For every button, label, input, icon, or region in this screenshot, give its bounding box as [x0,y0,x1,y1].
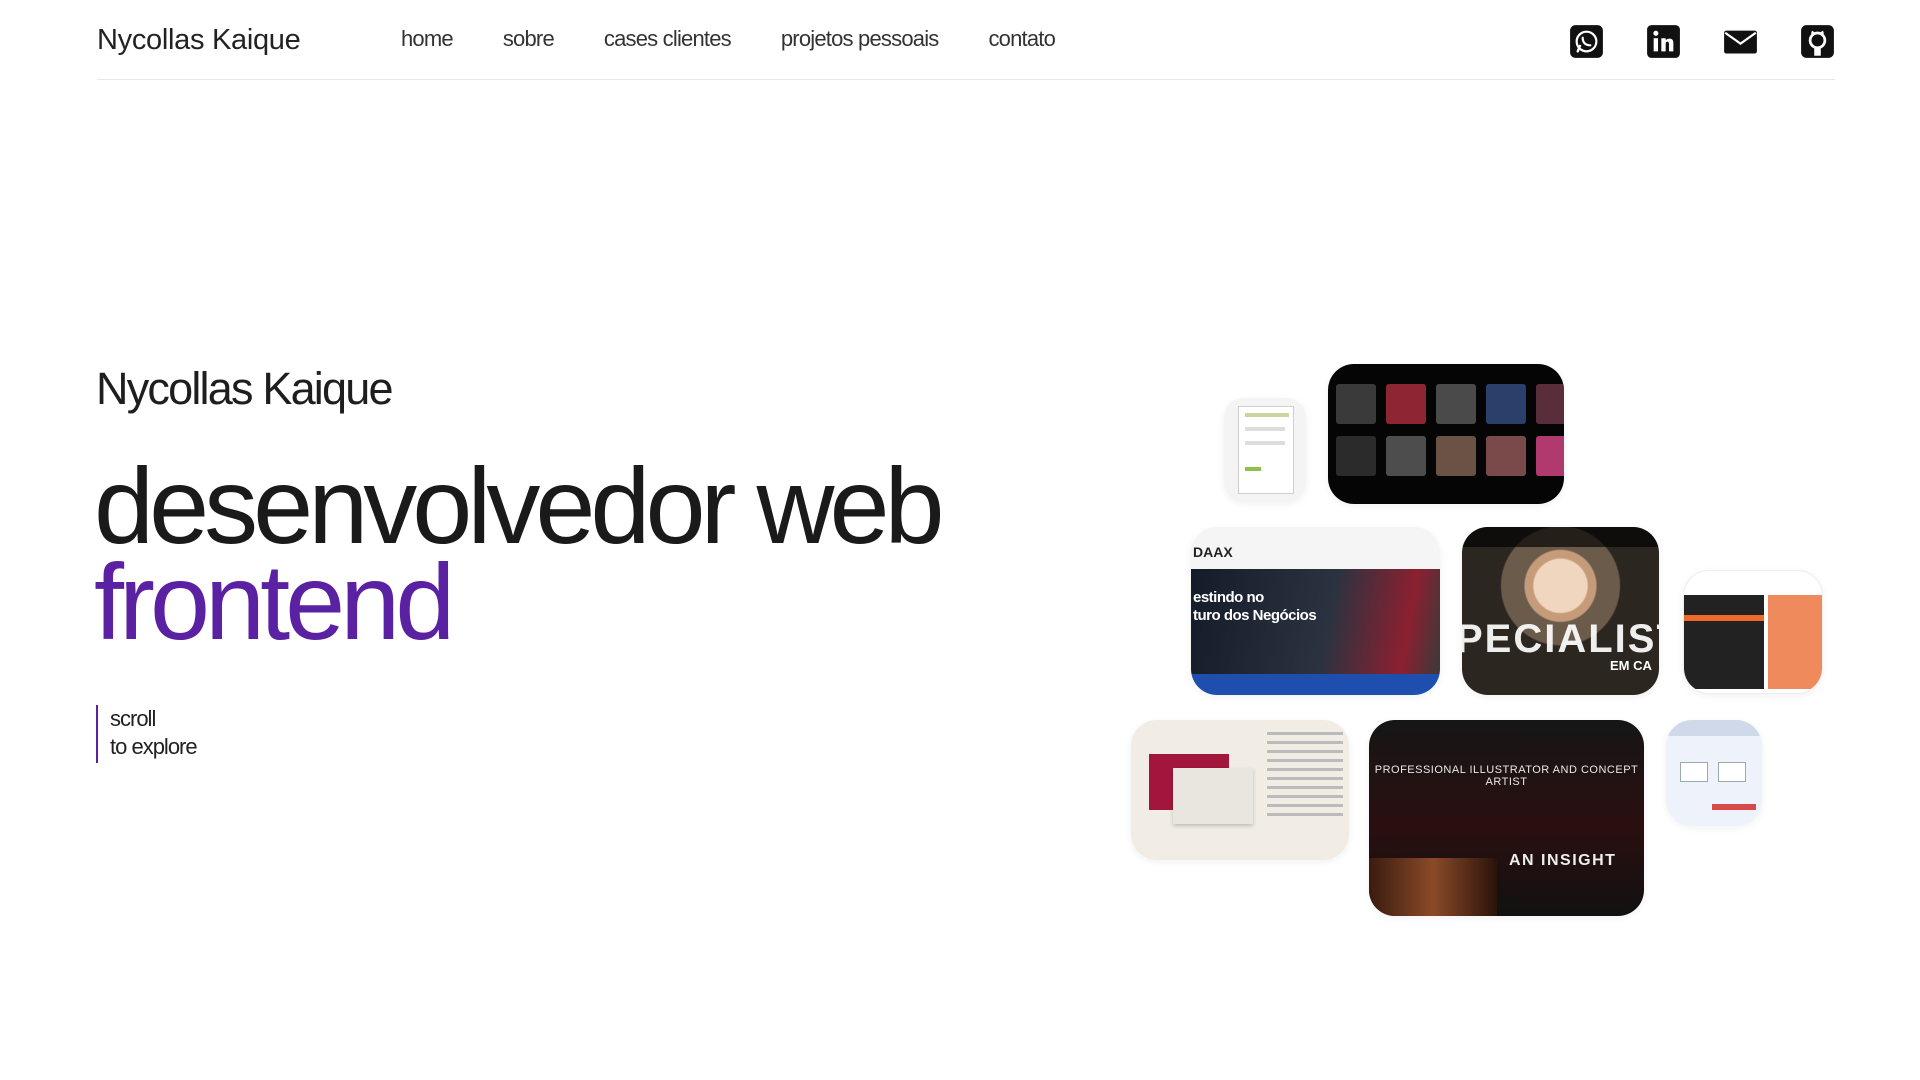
invitation-paper [1173,768,1253,824]
illustrator-insight: AN INSIGHT [1509,852,1617,869]
nav-contato[interactable]: contato [988,26,1055,52]
grid-tile [1386,436,1426,476]
nav-home[interactable]: home [401,26,454,52]
daax-logo: DAAX [1193,544,1233,560]
grid-tile [1486,384,1526,424]
grid-tile [1536,436,1564,476]
grid-tile [1336,436,1376,476]
calculator-box [1680,762,1708,782]
brand-name[interactable]: Nycollas Kaique [97,24,301,57]
grid-tile [1436,436,1476,476]
form-bar [1245,441,1285,445]
dashboard-table-mock [1684,595,1764,689]
calculator-red-bar [1712,804,1756,810]
grid-tile [1336,384,1376,424]
grid-tile [1386,384,1426,424]
calculator-topbar [1666,720,1762,736]
grid-tile [1486,436,1526,476]
invitation-text-lines [1267,732,1343,822]
github-icon[interactable] [1800,24,1835,59]
illustrator-title: PROFESSIONAL ILLUSTRATOR AND CONCEPT ART… [1374,764,1639,788]
nav-sobre[interactable]: sobre [503,26,555,52]
project-thumb-dashboard[interactable] [1683,570,1823,694]
project-thumb-specialist[interactable]: PECIALIST EM CA [1462,527,1659,695]
specialist-subline: EM CA [1610,658,1652,673]
project-thumb-login-form[interactable] [1224,398,1306,502]
specialist-topbar [1462,527,1659,547]
hero-name: Nycollas Kaique [96,363,393,414]
daax-footer-strip [1191,674,1440,695]
dashboard-panel-mock [1768,595,1822,689]
top-header: Nycollas Kaique home sobre cases cliente… [97,0,1835,80]
linkedin-icon[interactable] [1646,24,1681,59]
calculator-box [1718,762,1746,782]
grid-tile [1436,384,1476,424]
nav-projetos-pessoais[interactable]: projetos pessoais [781,26,939,52]
project-thumb-invitation[interactable] [1131,720,1349,860]
login-form-mock [1238,406,1294,494]
dashboard-strip [1684,615,1764,621]
illustrator-portrait [1369,858,1497,916]
whatsapp-icon[interactable] [1569,24,1604,59]
hero-role-line2: frontend [94,541,455,662]
mail-icon[interactable] [1723,24,1758,59]
form-bar [1245,427,1285,431]
daax-headline-text: estindo no turo dos Negócios [1193,589,1317,624]
project-thumb-music-grid[interactable] [1328,364,1564,504]
nav-cases-clientes[interactable]: cases clientes [604,26,732,52]
scroll-hint-line2: to explore [110,734,198,759]
daax-headline: estindo no turo dos Negócios [1193,589,1317,625]
form-bar [1245,413,1289,417]
hero-role: desenvolvedor web frontend [94,452,945,662]
project-thumb-illustrator[interactable]: PROFESSIONAL ILLUSTRATOR AND CONCEPT ART… [1369,720,1644,916]
grid-tile [1536,384,1564,424]
form-button-mock [1245,467,1261,471]
project-thumb-calculator[interactable] [1666,720,1762,826]
scroll-hint-line1: scroll [110,706,156,731]
main-nav: home sobre cases clientes projetos pesso… [401,26,1056,52]
social-links [1569,24,1835,59]
scroll-hint[interactable]: scroll to explore [96,705,198,763]
specialist-headline: PECIALIST [1462,617,1659,661]
project-thumb-daax[interactable]: DAAX estindo no turo dos Negócios [1191,527,1440,695]
